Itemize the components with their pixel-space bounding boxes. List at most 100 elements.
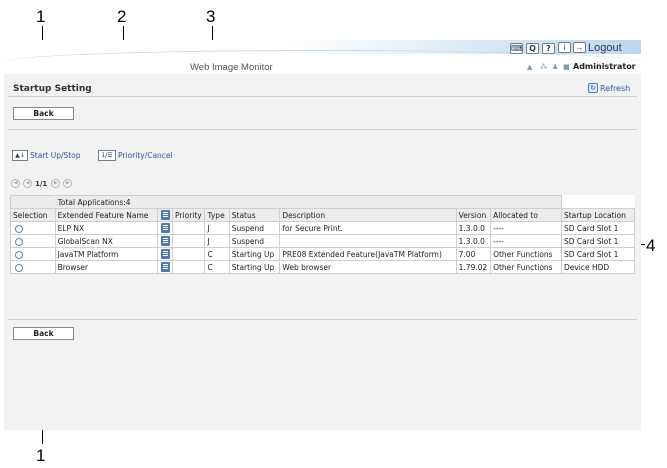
- priority: [172, 221, 206, 235]
- type: J: [204, 234, 230, 248]
- page-title: Startup Setting: [13, 84, 92, 94]
- details-icon[interactable]: [160, 223, 170, 233]
- description: Web browser: [279, 260, 457, 274]
- col-location: Startup Location: [560, 208, 636, 222]
- applications-table: Total Applications:4 Selection Extended …: [10, 195, 636, 274]
- col-allocated: Allocated to: [490, 208, 562, 222]
- start-stop-icon: ▲↓: [12, 150, 28, 161]
- keyboard-icon[interactable]: ⌨: [510, 43, 523, 54]
- select-radio[interactable]: [15, 263, 23, 272]
- divider: [8, 129, 637, 130]
- logout-button[interactable]: i → Logout: [558, 42, 622, 55]
- header: Web Image Monitor ⌨ Q ? i → Logout ▲ ⁂ ♟ ■…: [4, 40, 641, 74]
- description: for Secure Print.: [279, 221, 457, 235]
- feature-name: Browser: [54, 260, 158, 274]
- start-up-stop-label: Start Up/Stop: [30, 151, 81, 160]
- allocated-to: ----: [490, 221, 562, 235]
- callout-1-top: 1: [36, 7, 46, 26]
- logout-icon: →: [573, 42, 586, 53]
- col-selection: Selection: [10, 208, 56, 222]
- allocated-to: Other Functions: [490, 260, 562, 274]
- web-image-monitor-window: Web Image Monitor ⌨ Q ? i → Logout ▲ ⁂ ♟ ■…: [4, 40, 641, 430]
- version: 1.3.0.0: [455, 221, 492, 235]
- startup-location: SD Card Slot 1: [560, 247, 636, 261]
- divider: [8, 96, 637, 97]
- status: Suspend: [228, 221, 281, 235]
- col-type: Type: [204, 208, 230, 222]
- table-row: GlobalScan NX J Suspend 1.3.0.0 ---- SD …: [10, 234, 636, 248]
- callout-3: 3: [206, 7, 216, 26]
- version: 1.3.0.0: [455, 234, 492, 248]
- back-button-bottom[interactable]: Back: [13, 327, 74, 340]
- priority: [172, 234, 206, 248]
- type: J: [204, 221, 230, 235]
- startup-location: SD Card Slot 1: [560, 234, 636, 248]
- device-status-icon: ■: [563, 63, 570, 71]
- logout-label: Logout: [588, 42, 622, 54]
- table-row: JavaTM Platform C Starting Up PRE08 Exte…: [10, 247, 636, 261]
- printer-status-icon: ▲: [527, 63, 533, 71]
- details-icon[interactable]: [160, 249, 170, 259]
- total-row: Total Applications:4: [10, 195, 635, 209]
- prev-page-icon[interactable]: ◀: [23, 179, 32, 188]
- callout-4: 4: [646, 236, 656, 255]
- status: Starting Up: [228, 260, 281, 274]
- network-status-icon: ⁂: [540, 63, 547, 71]
- select-radio[interactable]: [15, 237, 23, 246]
- last-page-icon[interactable]: ▶: [63, 179, 73, 188]
- type: C: [204, 247, 230, 261]
- feature-name: ELP NX: [54, 221, 158, 235]
- select-radio[interactable]: [15, 224, 23, 233]
- feature-name: GlobalScan NX: [54, 234, 158, 248]
- refresh-label: Refresh: [600, 83, 631, 93]
- help-icon[interactable]: ?: [542, 43, 555, 54]
- divider: [8, 319, 637, 320]
- page-indicator: 1/1: [35, 179, 48, 188]
- first-page-icon[interactable]: ◀: [11, 179, 20, 188]
- table-row: Browser C Starting Up Web browser 1.79.0…: [10, 260, 636, 274]
- priority: [172, 260, 206, 274]
- callout-2: 2: [117, 7, 127, 26]
- user-name: Administrator: [573, 62, 636, 71]
- col-version: Version: [455, 208, 492, 222]
- table-row: ELP NX J Suspend for Secure Print. 1.3.0…: [10, 221, 636, 235]
- user-status-icon: ♟: [552, 63, 559, 71]
- pager: ◀ ◀ 1/1 ▶ ▶: [11, 179, 75, 188]
- allocated-to: Other Functions: [490, 247, 562, 261]
- next-page-icon[interactable]: ▶: [51, 179, 61, 188]
- start-up-stop-button[interactable]: ▲↓ Start Up/Stop: [12, 150, 81, 161]
- back-button-top[interactable]: Back: [13, 107, 74, 120]
- feature-name: JavaTM Platform: [54, 247, 158, 261]
- version: 7.00: [455, 247, 492, 261]
- app-title: Web Image Monitor: [190, 62, 273, 73]
- col-name: Extended Feature Name: [54, 208, 158, 222]
- details-icon: [160, 210, 170, 220]
- callout-1-bottom: 1: [36, 446, 46, 465]
- details-icon[interactable]: [160, 262, 170, 272]
- col-priority: Priority: [172, 208, 206, 222]
- version: 1.79.02: [455, 260, 492, 274]
- description: PRE08 Extended Feature(JavaTM Platform): [279, 247, 457, 261]
- total-applications: Total Applications:4: [54, 195, 562, 209]
- description: [279, 234, 457, 248]
- priority-cancel-button[interactable]: 1/☰ Priority/Cancel: [98, 150, 173, 161]
- status: Starting Up: [228, 247, 281, 261]
- info-icon[interactable]: i: [558, 42, 571, 53]
- status: Suspend: [228, 234, 281, 248]
- startup-location: SD Card Slot 1: [560, 221, 636, 235]
- col-details: [156, 208, 174, 222]
- priority: [172, 247, 206, 261]
- details-icon[interactable]: [160, 236, 170, 246]
- table-header-row: Selection Extended Feature Name Priority…: [10, 208, 636, 222]
- allocated-to: ----: [490, 234, 562, 248]
- refresh-icon: ↻: [588, 83, 598, 93]
- startup-location: Device HDD: [560, 260, 636, 274]
- refresh-button[interactable]: ↻ Refresh: [588, 83, 630, 93]
- type: C: [204, 260, 230, 274]
- col-status: Status: [228, 208, 281, 222]
- col-description: Description: [279, 208, 457, 222]
- search-icon[interactable]: Q: [526, 43, 539, 54]
- select-radio[interactable]: [15, 250, 23, 259]
- priority-cancel-label: Priority/Cancel: [118, 151, 173, 160]
- priority-cancel-icon: 1/☰: [98, 150, 116, 161]
